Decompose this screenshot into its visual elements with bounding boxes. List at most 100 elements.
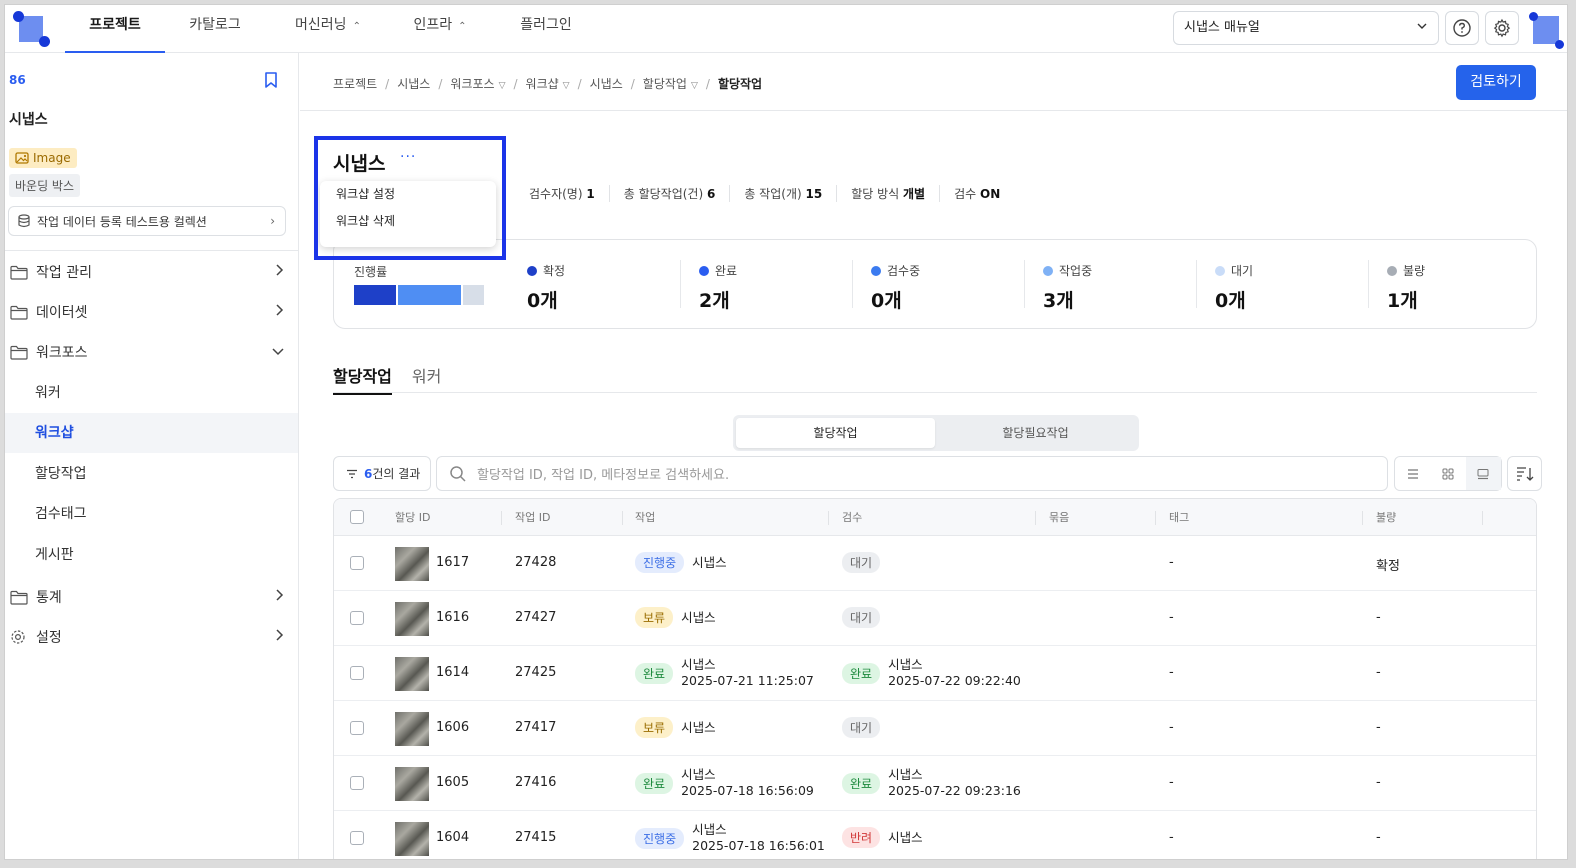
status-dot [527, 265, 537, 276]
bookmark-button[interactable] [263, 71, 279, 93]
nav-tab-project[interactable]: 프로젝트 [65, 5, 165, 53]
tab-worker[interactable]: 워커 [412, 363, 441, 395]
task-thumbnail[interactable] [395, 657, 429, 691]
sidebar-item-workforce[interactable]: 워크포스 [5, 333, 298, 371]
sidebar-item-board[interactable]: 게시판 [5, 535, 298, 575]
chevron-down-icon: ▽ [690, 81, 698, 91]
row-checkbox[interactable] [350, 611, 364, 625]
app-window: 프로젝트 카탈로그 머신러닝 ⌃ 인프라 ⌃ 플러그인 시냅스 매뉴얼 86 시냅스 [4, 4, 1568, 860]
toggle-needs-assignment[interactable]: 할당필요작업 [936, 418, 1135, 448]
sidebar-item-settings[interactable]: 설정 [5, 618, 298, 656]
col-defect[interactable]: 불량 [1376, 499, 1396, 536]
chevron-down-icon: ▽ [562, 81, 570, 91]
stat-item: 대기 0개 [1215, 262, 1253, 313]
meta-assign-method: 할당 방식 개별 [836, 185, 939, 202]
nav-tab-ml[interactable]: 머신러닝 ⌃ [283, 5, 373, 53]
manual-select[interactable]: 시냅스 매뉴얼 [1173, 11, 1439, 45]
divider [5, 250, 298, 251]
nav-tab-plugin[interactable]: 플러그인 [511, 5, 581, 53]
sidebar-item-task-management[interactable]: 작업 관리 [5, 253, 298, 291]
nav-tab-catalog[interactable]: 카탈로그 [175, 5, 255, 53]
assign-id: 1614 [436, 665, 470, 680]
review-button[interactable]: 검토하기 [1456, 65, 1536, 100]
breadcrumb-project[interactable]: 프로젝트 [333, 75, 377, 92]
app-logo[interactable] [13, 11, 50, 47]
nav-tab-infra[interactable]: 인프라 ⌃ [405, 5, 475, 53]
task-thumbnail[interactable] [395, 822, 429, 856]
sidebar-item-dataset[interactable]: 데이터셋 [5, 293, 298, 331]
top-nav: 프로젝트 카탈로그 머신러닝 ⌃ 인프라 ⌃ 플러그인 시냅스 매뉴얼 [5, 5, 1567, 53]
database-icon [18, 214, 30, 228]
workshop-meta: 검수자(명) 1 총 할당작업(건) 6 총 작업(개) 15 할당 방식 개별… [529, 185, 1014, 202]
progress-segment [354, 285, 396, 305]
chevron-updown-icon: ⌃ [458, 21, 467, 32]
task-thumbnail[interactable] [395, 712, 429, 746]
col-assign-id[interactable]: 할당 ID [395, 499, 430, 536]
gallery-view-button[interactable] [1465, 457, 1501, 490]
row-checkbox[interactable] [350, 721, 364, 735]
table-row[interactable]: 1616 27427 보류 시냅스 대기 - - [334, 591, 1536, 646]
row-checkbox[interactable] [350, 666, 364, 680]
sidebar-item-workshop[interactable]: 워크샵 [5, 413, 298, 453]
chevron-right-icon [274, 629, 284, 645]
col-bundle[interactable]: 묶음 [1049, 499, 1069, 536]
collection-link[interactable]: 작업 데이터 등록 테스트용 컬렉션 › [8, 206, 286, 236]
toggle-assigned[interactable]: 할당작업 [736, 418, 935, 448]
chevron-right-icon [274, 589, 284, 605]
table-row[interactable]: 1606 27417 보류 시냅스 대기 - - [334, 701, 1536, 756]
task-thumbnail[interactable] [395, 767, 429, 801]
filter-button[interactable]: 6건의 결과 [333, 456, 431, 491]
task-thumbnail[interactable] [395, 602, 429, 636]
breadcrumb-synapse-2[interactable]: 시냅스 [590, 75, 623, 92]
divider [1024, 260, 1025, 308]
table-row[interactable]: 1605 27416 완료시냅스 2025-07-18 16:56:09 완료시냅스 20… [334, 756, 1536, 811]
row-checkbox[interactable] [350, 776, 364, 790]
defect-cell: - [1376, 720, 1381, 735]
table-row[interactable]: 1614 27425 완료시냅스 2025-07-21 11:25:07 완료시냅스 20… [334, 646, 1536, 701]
table-row[interactable]: 1617 27428 진행중 시냅스 대기 - 확정 [334, 536, 1536, 591]
grid-icon [1442, 468, 1454, 479]
list-view-button[interactable] [1395, 457, 1430, 490]
search-input[interactable]: 할당작업 ID, 작업 ID, 메타정보로 검색하세요. [436, 456, 1388, 491]
project-id: 86 [9, 73, 26, 87]
row-checkbox[interactable] [350, 831, 364, 845]
row-checkbox[interactable] [350, 556, 364, 570]
status-dot [1387, 265, 1397, 276]
col-review[interactable]: 검수 [842, 499, 862, 536]
select-all-checkbox[interactable] [350, 510, 364, 524]
stat-item: 불량 1개 [1387, 262, 1425, 313]
tab-assignment[interactable]: 할당작업 [333, 363, 392, 395]
task-thumbnail[interactable] [395, 547, 429, 581]
image-icon [15, 152, 29, 164]
divider [1368, 260, 1369, 308]
settings-button[interactable] [1485, 11, 1519, 45]
breadcrumb-assignment[interactable]: 할당작업 ▽ [643, 75, 698, 92]
sidebar-item-worker[interactable]: 워커 [5, 373, 298, 413]
col-work[interactable]: 작업 [635, 499, 655, 536]
divider [1196, 260, 1197, 308]
col-task-id[interactable]: 작업 ID [515, 499, 550, 536]
grid-view-button[interactable] [1430, 457, 1465, 490]
breadcrumb-workforce[interactable]: 워크포스 ▽ [450, 75, 505, 92]
sidebar-item-statistics[interactable]: 통계 [5, 578, 298, 616]
help-button[interactable] [1445, 11, 1479, 45]
stat-label: 불량 [1403, 264, 1426, 278]
work-cell: 진행중 시냅스 2025-07-18 16:56:01 [635, 822, 825, 854]
stat-item: 검수중 0개 [871, 262, 920, 313]
sort-button[interactable] [1507, 456, 1542, 491]
table-header: 할당 ID 작업 ID 작업 검수 묶음 태그 불량 [334, 499, 1536, 536]
avatar[interactable] [1529, 12, 1565, 49]
breadcrumb-workshop[interactable]: 워크샵 ▽ [526, 75, 570, 92]
review-date: 2025-07-22 09:23:16 [888, 783, 1021, 798]
table-row[interactable]: 1604 27415 진행중시냅스 2025-07-18 16:56:01 반려 시냅스 -… [334, 811, 1536, 859]
sidebar-item-review-tag[interactable]: 검수태그 [5, 494, 298, 534]
search-icon [450, 465, 466, 482]
sidebar-item-assignment[interactable]: 할당작업 [5, 454, 298, 494]
review-cell: 완료 시냅스 2025-07-22 09:23:16 [842, 767, 1021, 799]
chevron-down-icon [1416, 12, 1428, 44]
col-tag[interactable]: 태그 [1169, 499, 1189, 536]
assign-id: 1606 [436, 720, 470, 735]
tag-cell: - [1169, 720, 1174, 735]
breadcrumb-synapse[interactable]: 시냅스 [397, 75, 430, 92]
view-mode-group [1394, 456, 1502, 491]
